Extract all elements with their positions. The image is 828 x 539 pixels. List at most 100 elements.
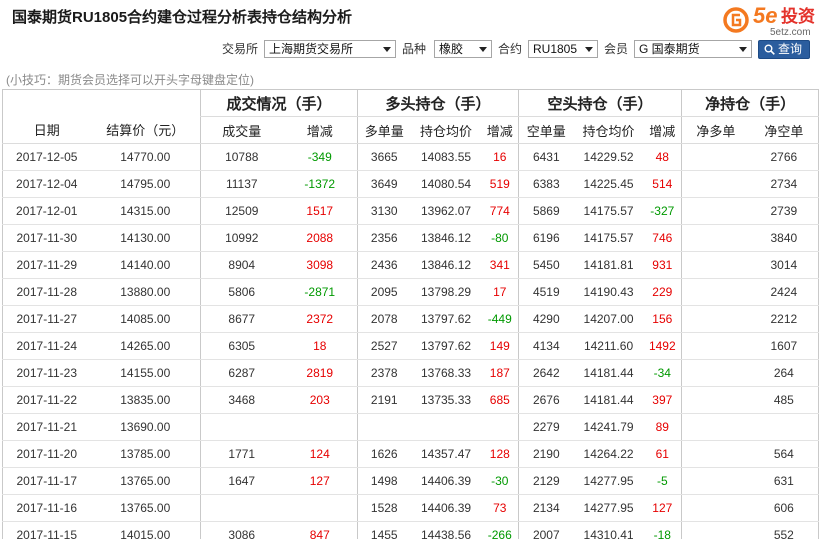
chevron-down-icon [585,47,593,52]
long-avg-price-cell: 14406.39 [410,494,482,522]
net-long-cell [681,143,750,171]
date-cell: 2017-11-23 [2,359,91,387]
net-short-cell: 552 [749,521,819,539]
col-header-short-avg-price: 持仓均价 [573,116,644,144]
short-cell: 5450 [518,251,574,279]
short-avg-price-cell: 14175.57 [573,197,644,225]
long-avg-price-cell: 13797.62 [410,305,482,333]
short-avg-price-cell: 14181.44 [573,386,644,414]
net-long-cell [681,413,750,441]
short-change-cell: -18 [643,521,682,539]
exchange-select-value: 上海期货交易所 [269,42,354,56]
long-change-cell: 17 [481,278,519,306]
member-label: 会员 [604,42,629,56]
long-avg-price-cell: 14083.55 [410,143,482,171]
net-long-cell [681,467,750,495]
contract-select-value: RU1805 [533,42,578,56]
long-change-cell: 149 [481,332,519,360]
query-button-label: 查询 [778,42,803,56]
short-cell: 2676 [518,386,574,414]
short-avg-price-cell: 14211.60 [573,332,644,360]
volume-cell: 1771 [200,440,283,468]
short-cell: 4134 [518,332,574,360]
short-avg-price-cell: 14277.95 [573,494,644,522]
net-long-cell [681,305,750,333]
volume-cell: 12509 [200,197,283,225]
exchange-select[interactable]: 上海期货交易所 [264,40,396,58]
volume-cell [200,494,283,522]
short-cell: 2190 [518,440,574,468]
short-change-cell: 156 [643,305,682,333]
page-title: 国泰期货RU1805合约建仓过程分析表持仓结构分析 [12,9,353,26]
table-row: 2017-11-16 13765.00 1528 14406.39 73 2134 1427… [2,494,819,522]
settle-price-cell: 13765.00 [90,467,201,495]
col-header-net-short: 净空单 [749,116,819,144]
volume-change-cell: -1372 [282,170,358,198]
long-change-cell: 685 [481,386,519,414]
long-cell: 1498 [357,467,411,495]
member-select[interactable]: G 国泰期货 [634,40,752,58]
settle-price-cell: 14130.00 [90,224,201,252]
contract-label: 合约 [498,42,523,56]
volume-cell: 3086 [200,521,283,539]
long-avg-price-cell: 14406.39 [410,467,482,495]
settle-price-cell: 13690.00 [90,413,201,441]
long-change-cell: -266 [481,521,519,539]
long-cell: 2191 [357,386,411,414]
settle-price-cell: 14770.00 [90,143,201,171]
col-header-settle-price: 结算价（元） [90,116,201,144]
date-cell: 2017-11-30 [2,224,91,252]
short-cell: 6383 [518,170,574,198]
long-cell: 2378 [357,359,411,387]
member-select-value: G 国泰期货 [639,42,700,56]
product-select[interactable]: 橡胶 [434,40,492,58]
site-logo[interactable]: 5e 投资 5etz.com [722,3,826,38]
tip-text: (小技巧：期货会员选择可以开头字母键盘定位) [6,73,254,87]
settle-price-cell: 14265.00 [90,332,201,360]
net-long-cell [681,494,750,522]
table-container[interactable]: 成交情况（手） 多头持仓（手） 空头持仓（手） 净持仓（手） 日期 结算价（元）… [2,89,819,539]
query-button[interactable]: 查询 [758,40,810,59]
short-change-cell: -5 [643,467,682,495]
table-row: 2017-11-27 14085.00 8677 2372 2078 13797.62 -4… [2,305,819,333]
net-short-cell: 2734 [749,170,819,198]
short-cell: 2642 [518,359,574,387]
table-row: 2017-11-21 13690.00 2279 14241.79 89 [2,413,819,441]
volume-cell: 10788 [200,143,283,171]
short-avg-price-cell: 14190.43 [573,278,644,306]
col-header-long-avg-price: 持仓均价 [410,116,482,144]
long-avg-price-cell: 13798.29 [410,278,482,306]
table-row: 2017-11-17 13765.00 1647 127 1498 14406.39 -30… [2,467,819,495]
settle-price-cell: 14085.00 [90,305,201,333]
short-avg-price-cell: 14207.00 [573,305,644,333]
short-change-cell: 89 [643,413,682,441]
long-avg-price-cell: 13735.33 [410,386,482,414]
short-avg-price-cell: 14277.95 [573,467,644,495]
date-cell: 2017-12-05 [2,143,91,171]
volume-change-cell: 203 [282,386,358,414]
col-header-net-long: 净多单 [681,116,750,144]
long-avg-price-cell: 14438.56 [410,521,482,539]
net-short-cell: 606 [749,494,819,522]
settle-price-cell: 14015.00 [90,521,201,539]
group-header-net: 净持仓（手） [681,89,819,117]
net-short-cell: 631 [749,467,819,495]
net-long-cell [681,359,750,387]
settle-price-cell: 13765.00 [90,494,201,522]
volume-change-cell: 124 [282,440,358,468]
long-change-cell: 341 [481,251,519,279]
contract-select[interactable]: RU1805 [528,40,598,58]
short-change-cell: 1492 [643,332,682,360]
date-cell: 2017-11-29 [2,251,91,279]
long-cell: 2356 [357,224,411,252]
group-header-volume: 成交情况（手） [199,89,358,117]
long-cell [357,413,411,441]
table-body: 2017-12-05 14770.00 10788 -349 3665 14083.55 1… [2,143,819,539]
volume-cell: 5806 [200,278,283,306]
short-change-cell: 48 [643,143,682,171]
volume-change-cell [282,413,358,441]
logo-domain: 5etz.com [770,27,811,38]
settle-price-cell: 13785.00 [90,440,201,468]
long-cell: 3665 [357,143,411,171]
long-cell: 2436 [357,251,411,279]
